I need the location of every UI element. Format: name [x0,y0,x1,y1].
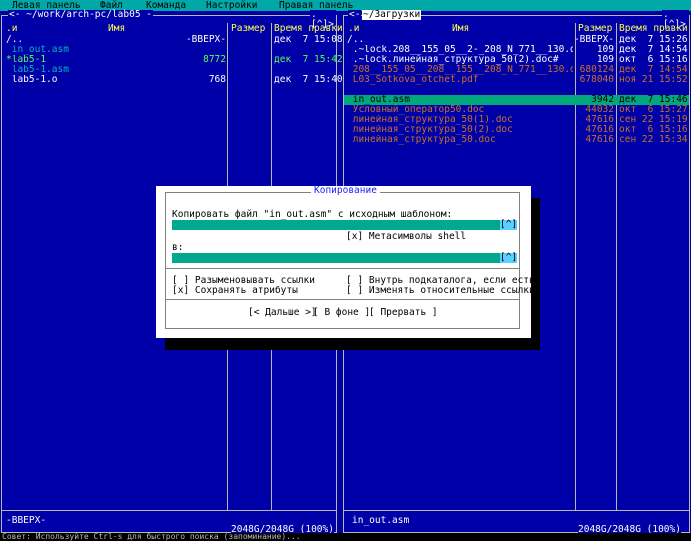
left-col-name[interactable]: Имя [108,24,125,34]
left-file-name: in_out.asm [6,45,69,55]
right-file-name: L03_Sotkova_otchet.pdf [347,75,479,85]
left-file-row[interactable]: lab5-1.o 768 дек 7 15:40 [2,74,343,85]
next-button[interactable]: [< Дальше >] [248,308,317,318]
right-file-name: in_out.asm [347,95,410,105]
right-panel-arrow: <- [348,9,362,20]
left-file-mtime: дек 7 15:08 [274,34,343,45]
left-col-mtime[interactable]: Время правки [274,24,343,34]
left-file-mtime: дек 7 15:42 [274,54,343,65]
right-file-mtime: ноя 21 15:52 [619,74,688,85]
left-panel-path[interactable]: <- ~/work/arch-pc/lab05 - [8,10,154,20]
right-file-name: .~lock.208__155_05__2-_208_N_771__130.do… [352,45,573,55]
source-pattern-input[interactable] [172,220,500,230]
dest-path-input[interactable] [172,253,500,263]
dest-label: в: [172,242,184,253]
source-history-button[interactable]: [^] [500,220,518,230]
right-file-name: .~lock.линейная_структура_50(2).doc# [347,55,559,65]
menu-settings[interactable]: Настройки [206,1,257,11]
left-file-row[interactable]: /.. -ВВЕРХ-дек 7 15:08 [2,34,343,45]
left-file-row[interactable]: *lab5-1 8772 дек 7 15:42 [2,54,343,65]
left-col-size[interactable]: Размер [231,24,265,34]
right-file-size: 678040 [579,74,614,85]
right-col-mtime[interactable]: Время правки [619,24,688,34]
right-sort-indicator[interactable]: .и [348,24,359,34]
dialog-title: Копирование [311,186,380,196]
right-col-name[interactable]: Имя [452,24,469,34]
left-file-name: lab5-1.o [6,75,58,85]
left-file-size: 768 [208,74,226,85]
right-file-size: 47616 [585,134,614,145]
right-file-name: /.. [347,35,365,45]
right-panel-path[interactable]: ~/Загрузки [362,10,422,20]
right-file-row[interactable]: линейная_структура_50.doc 47616 сен 22 15:… [344,135,689,145]
shell-metachars-checkbox[interactable]: [x] Метасимволы shell [346,232,466,242]
left-file-name: lab5-1.asm [6,65,69,75]
copy-dialog: Копирование Копировать файл "in_out.asm"… [156,186,535,338]
left-file-size: 8772 [203,54,226,65]
right-file-mtime: сен 22 15:34 [619,134,688,145]
left-sort-indicator[interactable]: .и [6,24,17,34]
right-file-name: линейная_структура_50(2).doc [347,125,513,135]
right-file-name: 208__155_05__208__155__208_N_771__130.do… [347,65,573,75]
left-file-name: *lab5-1 [6,55,47,65]
right-file-name: линейная_структура_50(1).doc [347,115,513,125]
right-file-name: линейная_структура_50.doc [347,135,496,145]
right-file-row[interactable]: L03_Sotkova_otchet.pdf 678040 ноя 21 15:52 [344,75,689,85]
preserve-attrs-checkbox[interactable]: [x] Сохранять атрибуты [172,286,298,296]
hint-bar: Совет: Используйте Ctrl-s для быстрого п… [0,533,691,541]
left-file-size: -ВВЕРХ- [185,34,226,45]
right-status: in_out.asm [352,515,410,526]
left-file-mtime: дек 7 15:40 [274,74,343,85]
abort-button[interactable]: [ Прервать ] [369,308,438,318]
right-file-name: Условный_оператор50.doc [347,105,485,115]
dest-history-button[interactable]: [^] [500,253,518,263]
background-button[interactable]: [ В фоне ] [313,308,370,318]
left-status: -ВВЕРХ- [6,515,47,526]
source-label: Копировать файл "in_out.asm" с исходным … [172,209,453,220]
relative-links-checkbox[interactable]: [ ] Изменять относительные ссылки [346,286,535,296]
right-col-size[interactable]: Размер [578,24,612,34]
